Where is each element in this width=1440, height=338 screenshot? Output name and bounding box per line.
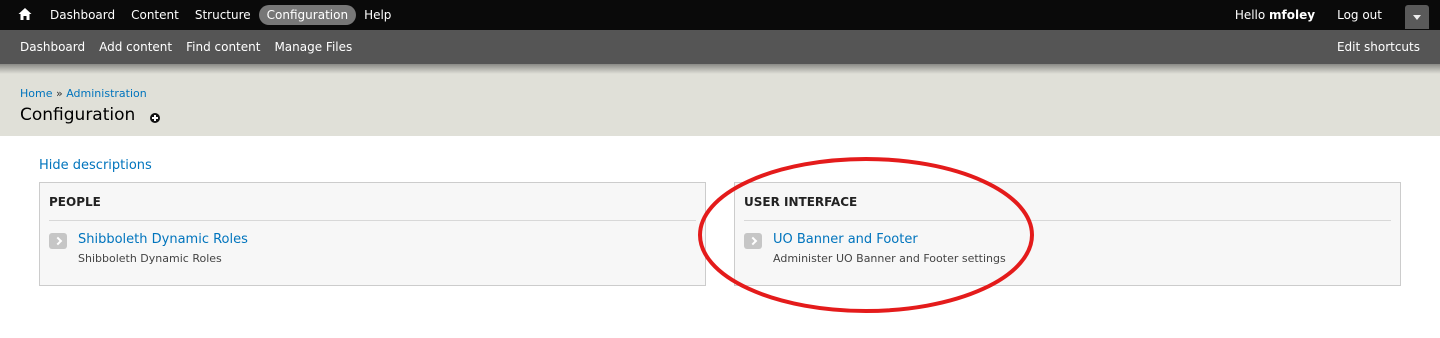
menu-structure[interactable]: Structure <box>187 5 259 25</box>
shortcuts-bar: Dashboard Add content Find content Manag… <box>0 30 1440 64</box>
shortcut-find-content[interactable]: Find content <box>179 40 267 54</box>
shibboleth-dynamic-roles-link[interactable]: Shibboleth Dynamic Roles <box>78 232 248 247</box>
menu-configuration[interactable]: Configuration <box>258 5 357 25</box>
panel-title: PEOPLE <box>49 195 101 209</box>
shortcut-add-content[interactable]: Add content <box>92 40 179 54</box>
admin-panel-people: PEOPLE Shibboleth Dynamic Roles Shibbole… <box>39 182 706 286</box>
shortcuts-list: Dashboard Add content Find content Manag… <box>13 30 359 64</box>
item-description: Shibboleth Dynamic Roles <box>78 252 222 265</box>
greeting-prefix: Hello <box>1234 8 1270 22</box>
header-shadow <box>0 64 1440 74</box>
chevron-right-icon[interactable] <box>49 233 67 249</box>
divider <box>49 220 696 221</box>
edit-shortcuts-link[interactable]: Edit shortcuts <box>1337 30 1420 64</box>
page-title: Configuration <box>20 105 136 125</box>
menu-content[interactable]: Content <box>123 5 187 25</box>
user-greeting: Hello mfoley <box>1235 8 1315 22</box>
admin-toolbar: Dashboard Content Structure Configuratio… <box>0 0 1440 30</box>
breadcrumb-administration[interactable]: Administration <box>66 87 147 100</box>
highlight-ellipse <box>698 157 1034 313</box>
menu-dashboard[interactable]: Dashboard <box>42 5 123 25</box>
shortcuts-drawer-toggle[interactable] <box>1405 5 1429 29</box>
home-icon[interactable] <box>17 6 33 22</box>
menu-help[interactable]: Help <box>356 5 399 25</box>
breadcrumb-separator: » <box>55 87 63 100</box>
breadcrumb: Home » Administration <box>20 87 147 100</box>
user-area: Hello mfoley Log out <box>1235 0 1382 30</box>
hide-descriptions-link[interactable]: Hide descriptions <box>39 158 152 173</box>
logout-link[interactable]: Log out <box>1337 8 1382 22</box>
page-header <box>0 64 1440 136</box>
plus-circle-icon[interactable] <box>150 113 160 123</box>
chevron-down-icon <box>1413 15 1421 20</box>
breadcrumb-home[interactable]: Home <box>20 87 52 100</box>
shortcut-dashboard[interactable]: Dashboard <box>13 40 92 54</box>
shortcut-manage-files[interactable]: Manage Files <box>267 40 359 54</box>
toolbar-menu: Dashboard Content Structure Configuratio… <box>42 0 399 30</box>
username[interactable]: mfoley <box>1269 8 1315 22</box>
